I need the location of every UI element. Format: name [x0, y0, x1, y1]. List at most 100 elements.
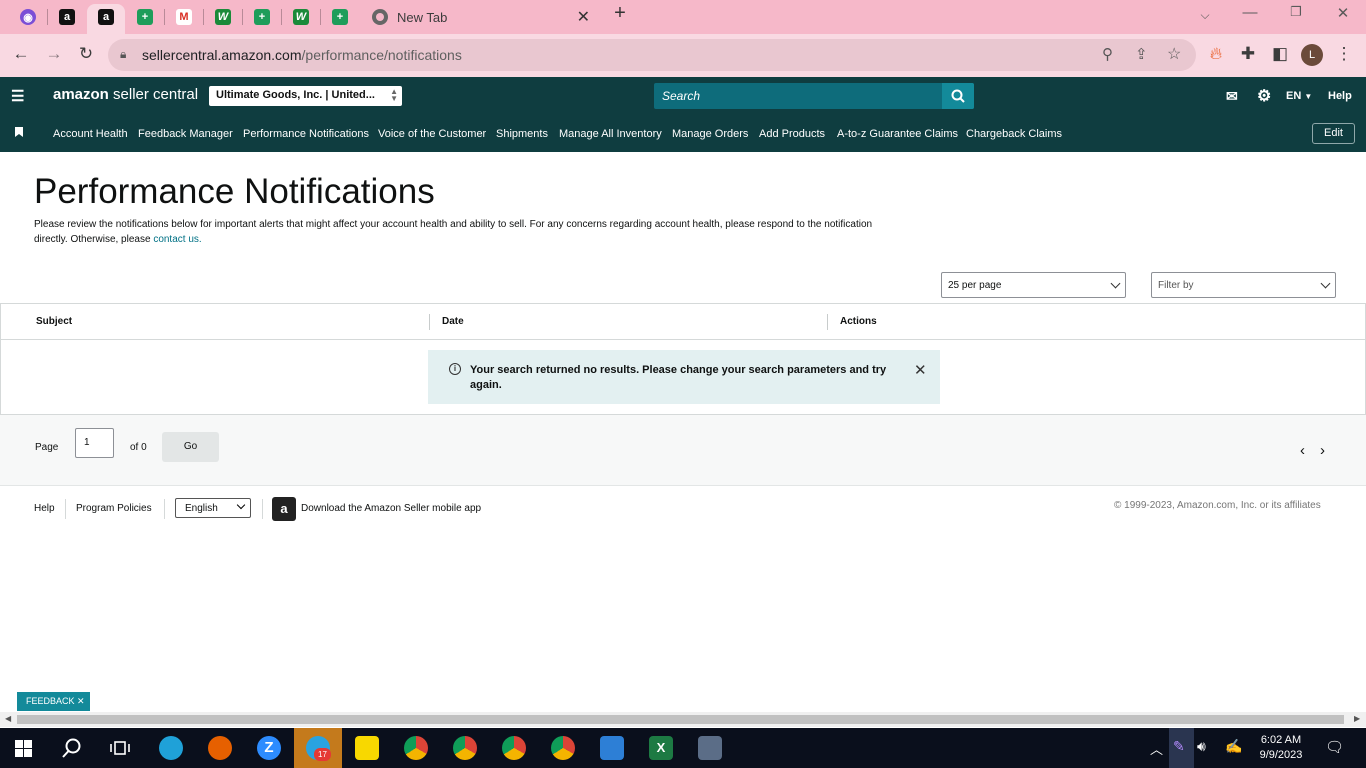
- new-tab-button[interactable]: +: [610, 2, 630, 25]
- chrome-profile-icon[interactable]: [404, 736, 428, 760]
- chevron-down-icon: [1110, 278, 1121, 289]
- close-tab-icon[interactable]: ✕: [577, 7, 590, 27]
- column-date[interactable]: Date: [442, 316, 464, 327]
- tray-chevron-up-icon[interactable]: ︿: [1150, 739, 1163, 758]
- calculator-icon[interactable]: [698, 736, 722, 760]
- nav-manage-orders[interactable]: Manage Orders: [672, 128, 748, 140]
- tab-8[interactable]: W: [289, 6, 313, 28]
- close-icon[interactable]: ✕: [77, 696, 85, 706]
- extension-fire-icon[interactable]: 🔥︎: [1205, 44, 1227, 64]
- chrome-profile-icon[interactable]: [551, 736, 575, 760]
- column-subject[interactable]: Subject: [36, 316, 72, 327]
- sticky-notes-icon[interactable]: [355, 736, 379, 760]
- nav-a-to-z-claims[interactable]: A-to-z Guarantee Claims: [837, 128, 958, 140]
- nav-shipments[interactable]: Shipments: [496, 128, 548, 140]
- bookmark-star-icon[interactable]: ☆: [1167, 44, 1181, 64]
- bookmark-icon[interactable]: [15, 127, 23, 137]
- page-number-input[interactable]: 1: [75, 428, 114, 458]
- download-app-link[interactable]: Download the Amazon Seller mobile app: [301, 503, 481, 514]
- nav-voice-of-customer[interactable]: Voice of the Customer: [378, 128, 486, 140]
- settings-gear-icon[interactable]: ⚙: [1257, 86, 1271, 106]
- search-input[interactable]: Search: [654, 83, 974, 109]
- edge-icon[interactable]: [159, 736, 183, 760]
- address-bar[interactable]: 🔒︎ sellercentral.amazon.com/performance/…: [108, 39, 1196, 71]
- google-sheets-icon: +: [332, 9, 348, 25]
- nav-feedback-manager[interactable]: Feedback Manager: [138, 128, 233, 140]
- language-selector[interactable]: EN ▼: [1286, 90, 1312, 102]
- tab-divider: [203, 9, 204, 25]
- tab-7[interactable]: +: [250, 6, 274, 28]
- photos-icon[interactable]: [600, 736, 624, 760]
- horizontal-scrollbar[interactable]: ◀ ▶: [0, 712, 1366, 727]
- tab-6[interactable]: W: [211, 6, 235, 28]
- chrome-profile-icon[interactable]: [453, 736, 477, 760]
- taskbar-clock[interactable]: 6:02 AM 9/9/2023: [1251, 733, 1311, 763]
- account-selector[interactable]: Ultimate Goods, Inc. | United... ▲ ▼: [209, 86, 402, 106]
- nav-performance-notifications[interactable]: Performance Notifications: [243, 128, 369, 140]
- restore-button[interactable]: ❐: [1286, 4, 1306, 20]
- edit-button[interactable]: Edit: [1312, 123, 1355, 144]
- google-sheets-icon: +: [254, 9, 270, 25]
- amazon-icon: a: [59, 9, 75, 25]
- page-footer: Help Program Policies English a Download…: [0, 486, 1366, 530]
- browser-menu-icon[interactable]: ⋮: [1333, 44, 1355, 64]
- search-icon[interactable]: [61, 737, 83, 759]
- minimize-button[interactable]: —: [1240, 4, 1260, 21]
- chrome-profile-icon[interactable]: [502, 736, 526, 760]
- url-text[interactable]: sellercentral.amazon.com/performance/not…: [142, 47, 462, 63]
- zoom-app-icon[interactable]: Z: [257, 736, 281, 760]
- nav-account-health[interactable]: Account Health: [53, 128, 128, 140]
- forward-icon[interactable]: →: [43, 44, 65, 64]
- tab-2[interactable]: a: [55, 6, 79, 28]
- amazon-seller-app-icon[interactable]: a: [272, 497, 296, 521]
- tab-3-active[interactable]: a: [94, 6, 118, 28]
- nav-chargeback-claims[interactable]: Chargeback Claims: [966, 128, 1062, 140]
- next-page-icon[interactable]: ›: [1320, 442, 1325, 459]
- close-alert-icon[interactable]: ✕: [914, 361, 927, 379]
- filter-select[interactable]: Filter by: [1151, 272, 1336, 298]
- tab-search-chevron-icon[interactable]: ⌵: [1195, 8, 1215, 23]
- previous-page-icon[interactable]: ‹: [1300, 442, 1305, 459]
- scroll-left-icon[interactable]: ◀: [5, 714, 11, 723]
- program-policies-link[interactable]: Program Policies: [76, 503, 152, 514]
- close-window-button[interactable]: ✕: [1333, 4, 1353, 22]
- back-icon[interactable]: ←: [10, 44, 32, 64]
- firefox-icon[interactable]: [208, 736, 232, 760]
- search-icon: [951, 89, 965, 103]
- tab-new-tab[interactable]: New Tab ✕: [360, 4, 598, 30]
- side-panel-icon[interactable]: ◧: [1269, 44, 1291, 64]
- tab-4[interactable]: +: [133, 6, 157, 28]
- tab-9[interactable]: +: [328, 6, 352, 28]
- tab-1[interactable]: ◉: [16, 6, 40, 28]
- footer-language-select[interactable]: English: [175, 498, 251, 518]
- feedback-button[interactable]: FEEDBACK ✕: [17, 692, 90, 711]
- help-link[interactable]: Help: [1328, 90, 1352, 102]
- lock-icon[interactable]: 🔒︎: [120, 47, 126, 62]
- share-icon[interactable]: ⇪: [1135, 45, 1148, 63]
- go-button[interactable]: Go: [162, 432, 219, 462]
- per-page-select[interactable]: 25 per page: [941, 272, 1126, 298]
- notifications-icon[interactable]: 🗨︎: [1325, 738, 1344, 756]
- zoom-icon[interactable]: ⚲: [1102, 45, 1113, 63]
- nav-add-products[interactable]: Add Products: [759, 128, 825, 140]
- nav-manage-all-inventory[interactable]: Manage All Inventory: [559, 128, 662, 140]
- search-button[interactable]: [942, 83, 974, 109]
- hamburger-menu-icon[interactable]: ☰: [11, 87, 24, 105]
- tab-5[interactable]: M: [172, 6, 196, 28]
- extensions-puzzle-icon[interactable]: ✚: [1237, 44, 1259, 64]
- reload-icon[interactable]: ↻: [75, 44, 97, 64]
- profile-avatar[interactable]: L: [1301, 44, 1323, 66]
- pen-workspace-icon[interactable]: ✍: [1225, 738, 1242, 755]
- scrollbar-thumb[interactable]: [17, 715, 1344, 724]
- page-description: Please review the notifications below fo…: [34, 219, 873, 245]
- mail-icon[interactable]: ✉: [1226, 88, 1238, 105]
- contact-us-link[interactable]: contact us.: [153, 234, 201, 245]
- task-view-icon[interactable]: [110, 739, 130, 757]
- seller-central-logo[interactable]: amazon seller central: [53, 86, 198, 103]
- scroll-right-icon[interactable]: ▶: [1354, 714, 1360, 723]
- excel-icon[interactable]: X: [649, 736, 673, 760]
- footer-help-link[interactable]: Help: [34, 503, 55, 514]
- windows-start-icon[interactable]: [15, 740, 32, 757]
- volume-icon[interactable]: 🔊︎: [1197, 738, 1206, 755]
- chevron-down-icon: [236, 500, 246, 510]
